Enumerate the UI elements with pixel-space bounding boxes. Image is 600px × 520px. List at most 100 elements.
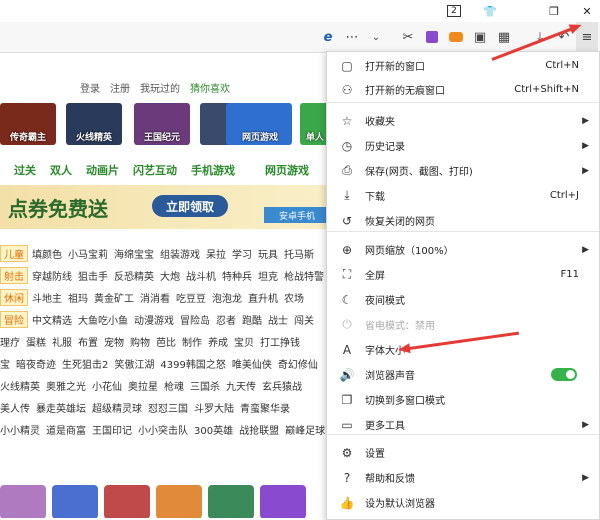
game-link[interactable]: 暴走英雄坛 — [36, 400, 86, 415]
game-link[interactable]: 跑酷 — [242, 312, 262, 327]
game-link[interactable]: 三国杀 — [190, 378, 220, 393]
apps-grid-icon[interactable]: ▦ — [494, 22, 514, 52]
game-link[interactable]: 中文精选 — [32, 312, 72, 327]
game-link[interactable]: 特种兵 — [222, 268, 252, 283]
nav-item[interactable]: 双人 — [50, 162, 72, 178]
game-link[interactable]: 动漫游戏 — [134, 312, 174, 327]
extension-icon[interactable] — [422, 22, 442, 52]
tab-count-icon[interactable]: 2 — [441, 0, 467, 22]
menu-item-fullscreen[interactable]: ⛶ 全屏 F11 — [327, 262, 599, 287]
close-window-icon[interactable]: ✕ — [574, 0, 600, 22]
game-link[interactable]: 直升机 — [248, 290, 278, 305]
recommend-link[interactable]: 猜你喜欢 — [190, 80, 230, 95]
game-link[interactable]: 消消看 — [140, 290, 170, 305]
game-link[interactable]: 冒险岛 — [180, 312, 210, 327]
game-link[interactable]: 吃豆豆 — [176, 290, 206, 305]
web-game-thumb[interactable]: 网页游戏 — [228, 103, 292, 145]
game-link[interactable]: 奇幻修仙 — [278, 356, 318, 371]
game-link[interactable]: 笑傲江湖 — [114, 356, 154, 371]
nav-item[interactable]: 过关 — [14, 162, 36, 178]
menu-item-zoom[interactable]: ⊕ 网页缩放（100%） ▶ — [327, 237, 599, 262]
game-link[interactable]: 火线精英 — [0, 378, 40, 393]
game-link[interactable]: 祖玛 — [68, 290, 88, 305]
game-link[interactable]: 穿越防线 — [32, 268, 72, 283]
nav-item[interactable]: 动画片 — [86, 162, 119, 178]
sound-toggle[interactable] — [551, 368, 577, 381]
nav-item[interactable]: 手机游戏 — [191, 162, 235, 178]
game-thumb[interactable] — [52, 485, 98, 518]
game-link[interactable]: 大炮 — [160, 268, 180, 283]
game-link[interactable]: 制作 — [182, 334, 202, 349]
menu-item-thumbs-up[interactable]: 👍 设为默认浏览器 — [327, 490, 599, 515]
game-link[interactable]: 农场 — [284, 290, 304, 305]
game-link[interactable]: 奥拉星 — [128, 378, 158, 393]
game-link[interactable]: 超级精灵球 — [92, 400, 142, 415]
game-link[interactable]: 托马斯 — [284, 246, 314, 261]
chevron-down-icon[interactable]: ⌄ — [366, 22, 386, 52]
game-link[interactable]: 狙击手 — [78, 268, 108, 283]
game-link[interactable]: 九天传 — [226, 378, 256, 393]
menu-item-download[interactable]: ⤓ 下载 Ctrl+J — [327, 183, 599, 208]
game-link[interactable]: 青蛮聚华录 — [240, 400, 290, 415]
category-tag[interactable]: 休闲 — [0, 288, 28, 306]
claim-button[interactable]: 立即领取 — [152, 195, 228, 217]
game-link[interactable]: 小小突击队 — [138, 422, 188, 437]
game-thumb[interactable]: 王国纪元 — [134, 103, 190, 145]
game-link[interactable]: 奥雅之光 — [46, 378, 86, 393]
menu-item-star[interactable]: ☆ 收藏夹 ▶ — [327, 108, 599, 133]
nav-item[interactable]: 闪艺互动 — [133, 162, 177, 178]
game-thumb[interactable]: 火线精英 — [66, 103, 122, 145]
game-thumb[interactable] — [260, 485, 306, 518]
shirt-icon[interactable]: 👕 — [477, 0, 503, 22]
game-link[interactable]: 枪战特警 — [284, 268, 324, 283]
game-link[interactable]: 宠物 — [104, 334, 124, 349]
game-link[interactable]: 蛋糕 — [26, 334, 46, 349]
game-link[interactable]: 道是商富 — [46, 422, 86, 437]
game-link[interactable]: 养成 — [208, 334, 228, 349]
game-link[interactable]: 怼怼三国 — [148, 400, 188, 415]
game-link[interactable]: 小马宝莉 — [68, 246, 108, 261]
game-link[interactable]: 宝贝 — [234, 334, 254, 349]
played-link[interactable]: 我玩过的 — [140, 80, 180, 95]
game-link[interactable]: 购物 — [130, 334, 150, 349]
game-link[interactable]: 4399韩国之怒 — [160, 356, 225, 371]
login-link[interactable]: 登录 — [80, 80, 100, 95]
android-link[interactable]: 安卓手机 — [264, 207, 330, 223]
game-link[interactable]: 礼服 — [52, 334, 72, 349]
game-link[interactable]: 美人传 — [0, 400, 30, 415]
game-link[interactable]: 芭比 — [156, 334, 176, 349]
game-link[interactable]: 小小精灵 — [0, 422, 40, 437]
menu-item-night-mode[interactable]: ☾ 夜间模式 — [327, 287, 599, 312]
game-link[interactable]: 玄兵猿战 — [262, 378, 302, 393]
menu-item-help[interactable]: ? 帮助和反馈 ▶ — [327, 465, 599, 490]
game-link[interactable]: 巅峰足球 — [285, 422, 325, 437]
game-link[interactable]: 暗夜奇迹 — [16, 356, 56, 371]
game-link[interactable]: 反恐精英 — [114, 268, 154, 283]
game-link[interactable]: 黄金矿工 — [94, 290, 134, 305]
register-link[interactable]: 注册 — [110, 80, 130, 95]
game-thumb[interactable] — [0, 485, 46, 518]
more-dots-icon[interactable]: ⋯ — [342, 22, 362, 52]
game-link[interactable]: 闯关 — [294, 312, 314, 327]
game-link[interactable]: 海绵宝宝 — [114, 246, 154, 261]
game-thumb[interactable] — [156, 485, 202, 518]
menu-item-history[interactable]: ◷ 历史记录 ▶ — [327, 133, 599, 158]
menu-item-speaker[interactable]: 🔊 浏览器声音 — [327, 362, 599, 387]
scissors-icon[interactable]: ✂ — [398, 22, 418, 52]
category-tag[interactable]: 儿童 — [0, 244, 28, 262]
game-thumb[interactable] — [208, 485, 254, 518]
game-link[interactable]: 玩具 — [258, 246, 278, 261]
game-link[interactable]: 唯美仙侠 — [232, 356, 272, 371]
game-link[interactable]: 战士 — [268, 312, 288, 327]
game-link[interactable]: 斗罗大陆 — [194, 400, 234, 415]
game-link[interactable]: 王国印记 — [92, 422, 132, 437]
game-link[interactable]: 填颜色 — [32, 246, 62, 261]
game-link[interactable]: 忍者 — [216, 312, 236, 327]
category-tag[interactable]: 冒险 — [0, 310, 28, 328]
menu-item-settings[interactable]: ⚙ 设置 — [327, 440, 599, 465]
game-link[interactable]: 300英雄 — [194, 422, 233, 437]
screenshot-icon[interactable]: ▣ — [470, 22, 490, 52]
game-thumb[interactable]: 传奇霸主 — [0, 103, 56, 145]
promo-banner[interactable]: 点券免费送 立即领取 安卓手机 — [0, 185, 330, 229]
menu-item-restore-page[interactable]: ↺ 恢复关闭的网页 — [327, 208, 599, 233]
